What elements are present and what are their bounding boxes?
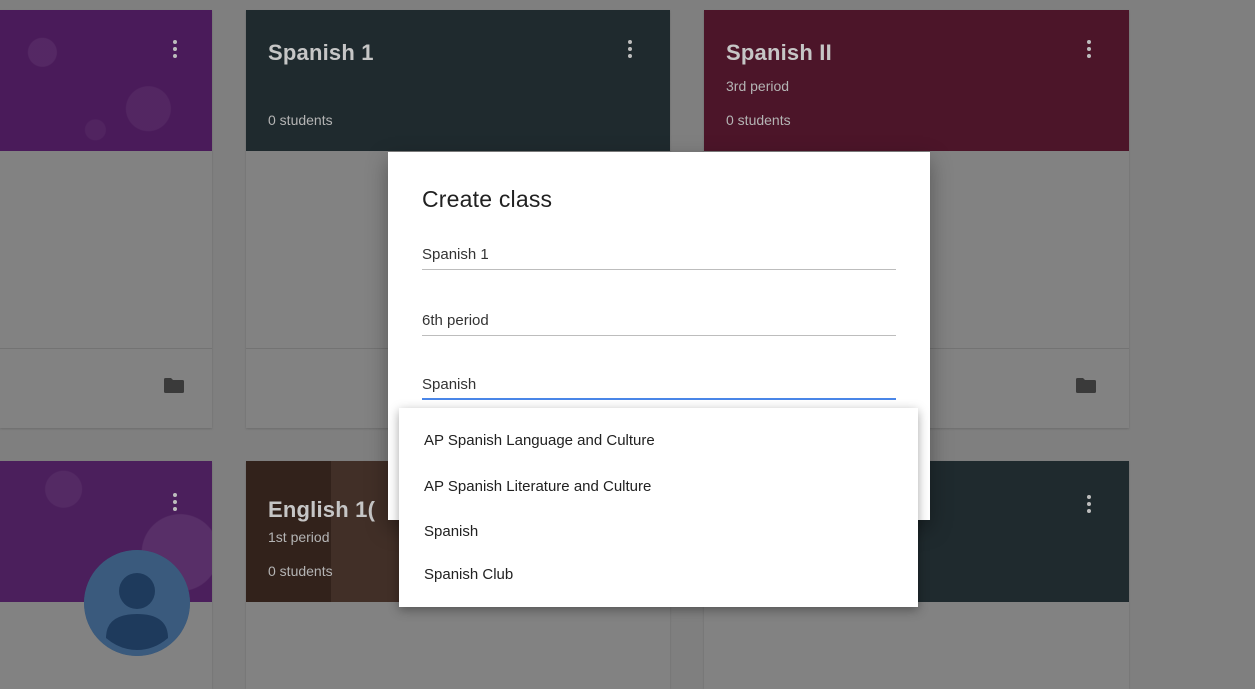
dropdown-option[interactable]: AP Spanish Literature and Culture bbox=[424, 478, 651, 495]
card-title[interactable]: English 1( bbox=[268, 497, 375, 523]
card-title[interactable]: Spanish II bbox=[726, 40, 832, 66]
more-vert-icon[interactable] bbox=[172, 493, 178, 515]
more-vert-icon[interactable] bbox=[627, 40, 633, 62]
folder-icon[interactable] bbox=[1076, 378, 1096, 393]
dropdown-option[interactable]: Spanish Club bbox=[424, 566, 513, 583]
card-section: 3rd period bbox=[726, 78, 790, 94]
card-section: 1st period bbox=[268, 529, 330, 545]
subject-field[interactable] bbox=[422, 370, 896, 400]
card-students: 0 students bbox=[726, 112, 791, 128]
field-underline bbox=[422, 269, 896, 270]
dropdown-option[interactable]: Spanish bbox=[424, 523, 478, 540]
card-header[interactable] bbox=[246, 10, 670, 151]
card-divider bbox=[0, 348, 212, 349]
dropdown-option[interactable]: AP Spanish Language and Culture bbox=[424, 432, 655, 449]
more-vert-icon[interactable] bbox=[172, 40, 178, 62]
account-circle-icon bbox=[84, 550, 190, 656]
subject-input[interactable] bbox=[422, 370, 896, 398]
folder-icon[interactable] bbox=[164, 378, 184, 393]
card-students: 0 students bbox=[268, 112, 333, 128]
section-input[interactable] bbox=[422, 306, 896, 334]
field-underline-active bbox=[422, 398, 896, 400]
section-field[interactable] bbox=[422, 306, 896, 336]
more-vert-icon[interactable] bbox=[1086, 40, 1092, 62]
class-card[interactable] bbox=[0, 10, 212, 428]
card-header[interactable] bbox=[0, 10, 212, 151]
field-underline bbox=[422, 335, 896, 336]
subject-suggestions-dropdown: AP Spanish Language and Culture AP Spani… bbox=[399, 408, 918, 607]
class-name-field[interactable] bbox=[422, 240, 896, 270]
card-students: 0 students bbox=[268, 563, 333, 579]
class-name-input[interactable] bbox=[422, 240, 896, 268]
dialog-title: Create class bbox=[422, 186, 553, 212]
card-title[interactable]: Spanish 1 bbox=[268, 40, 374, 66]
more-vert-icon[interactable] bbox=[1086, 495, 1092, 517]
